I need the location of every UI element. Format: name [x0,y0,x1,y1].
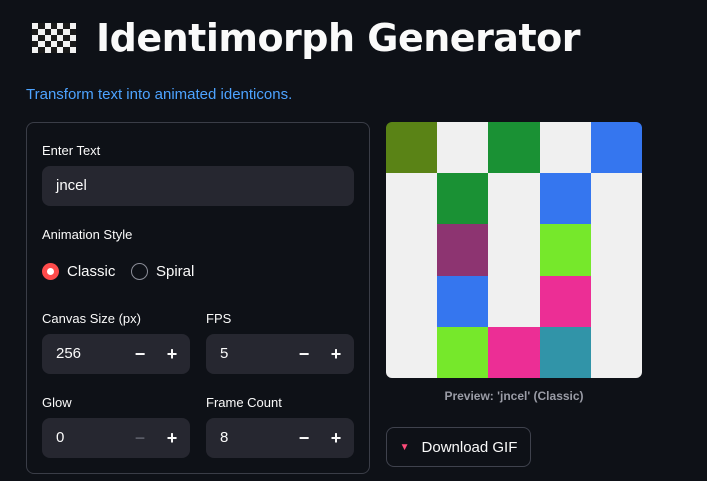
fps-label: FPS [206,311,232,326]
identicon-cell [386,173,438,225]
download-gif-label: Download GIF [421,438,518,456]
fps-increment-button[interactable]: + [320,334,352,374]
fps-value[interactable]: 5 [220,345,228,362]
download-gif-button[interactable]: ▼ Download GIF [386,427,531,467]
radio-unselected-icon [131,263,148,280]
identicon-cell [590,275,642,327]
canvas-size-stepper[interactable]: 256 − + [42,334,190,374]
canvas-size-label: Canvas Size (px) [42,311,141,326]
identicon-cell [437,275,489,327]
canvas-size-value[interactable]: 256 [56,345,81,362]
identicon-cell [590,122,642,174]
glow-label: Glow [42,395,72,410]
identicon-cell [488,122,540,174]
identicon-cell [539,224,591,276]
frame-count-increment-button[interactable]: + [320,418,352,458]
frame-count-stepper[interactable]: 8 − + [206,418,354,458]
identicon-cell [539,122,591,174]
header: Identimorph Generator [32,16,580,60]
identicon-cell [539,326,591,378]
identicon-cell [386,122,438,174]
frame-count-label: Frame Count [206,395,282,410]
app-page: Identimorph Generator Transform text int… [0,0,707,481]
identicon-cell [539,173,591,225]
page-title: Identimorph Generator [96,16,580,60]
identicon-cell [488,326,540,378]
fps-stepper[interactable]: 5 − + [206,334,354,374]
identicon-preview [386,122,642,378]
text-input[interactable]: jncel [42,166,354,206]
preview-caption: Preview: 'jncel' (Classic) [444,389,584,403]
glow-value[interactable]: 0 [56,429,64,446]
identicon-cell [386,224,438,276]
settings-form: Enter Text jncel Animation Style Classic… [26,122,370,474]
radio-spiral[interactable]: Spiral [131,263,194,280]
identicon-cell [488,173,540,225]
frame-count-value[interactable]: 8 [220,429,228,446]
radio-spiral-label: Spiral [156,263,195,280]
identicon-cell [488,275,540,327]
identicon-cell [590,224,642,276]
glow-decrement-button[interactable]: − [124,418,156,458]
glow-increment-button[interactable]: + [156,418,188,458]
identicon-cell [539,275,591,327]
canvas-size-decrement-button[interactable]: − [124,334,156,374]
identicon-cell [437,326,489,378]
animation-style-label: Animation Style [42,227,133,242]
checkerboard-icon [32,23,76,53]
radio-classic[interactable]: Classic [42,263,115,280]
identicon-cell [437,224,489,276]
radio-selected-icon [42,263,59,280]
text-input-value: jncel [56,177,87,194]
frame-count-decrement-button[interactable]: − [288,418,320,458]
identicon-cell [590,326,642,378]
identicon-cell [386,275,438,327]
dropdown-arrow-icon: ▼ [399,441,410,453]
identicon-cell [437,173,489,225]
identicon-cell [437,122,489,174]
fps-decrement-button[interactable]: − [288,334,320,374]
radio-classic-label: Classic [67,263,116,280]
identicon-cell [488,224,540,276]
identicon-cell [386,326,438,378]
canvas-size-increment-button[interactable]: + [156,334,188,374]
page-subtitle: Transform text into animated identicons. [26,86,293,103]
glow-stepper[interactable]: 0 − + [42,418,190,458]
text-label: Enter Text [42,143,101,158]
identicon-cell [590,173,642,225]
